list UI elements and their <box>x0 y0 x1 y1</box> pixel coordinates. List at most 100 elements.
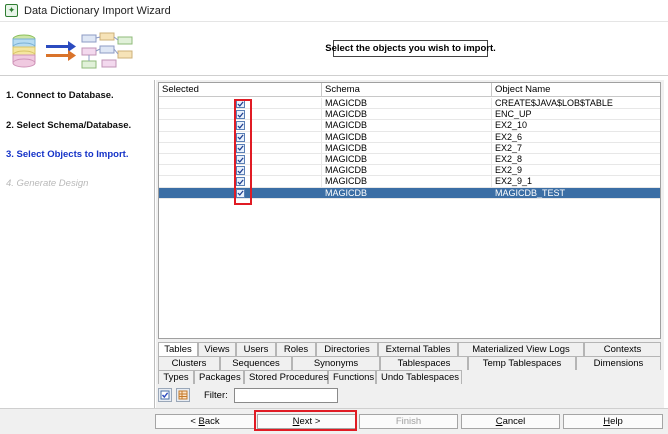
next-suffix: > <box>312 416 321 427</box>
schema-cell: MAGICDB <box>322 131 492 142</box>
select-all-icon[interactable] <box>158 388 172 402</box>
row-checkbox[interactable] <box>236 143 245 153</box>
column-header-schema[interactable]: Schema <box>322 83 492 97</box>
table-row[interactable]: MAGICDB ENC_UP <box>159 109 660 121</box>
step-select-schema[interactable]: 2. Select Schema/Database. <box>6 120 131 131</box>
table-row[interactable]: MAGICDB EX2_10 <box>159 120 660 132</box>
back-prefix: < <box>190 416 199 427</box>
tab-views[interactable]: Views <box>198 342 236 356</box>
grid-view-icon[interactable] <box>176 388 190 402</box>
table-row[interactable]: MAGICDB EX2_8 <box>159 154 660 166</box>
tab-directories[interactable]: Directories <box>316 342 378 356</box>
schema-cell: MAGICDB <box>322 98 492 109</box>
object-name-cell: EX2_9_1 <box>495 176 533 187</box>
tab-contexts[interactable]: Contexts <box>584 342 661 356</box>
wizard-header: Select the objects you wish to import. <box>0 22 668 76</box>
table-row[interactable]: MAGICDB EX2_9_1 <box>159 176 660 188</box>
filter-input[interactable] <box>233 387 338 403</box>
row-checkbox[interactable] <box>236 132 245 142</box>
tab-external-tables[interactable]: External Tables <box>378 342 458 356</box>
instruction-text: Select the objects you wish to import. <box>325 40 496 57</box>
wizard-steps-panel: 1. Connect to Database. 2. Select Schema… <box>0 80 155 408</box>
schema-cell: MAGICDB <box>322 109 492 120</box>
back-rest: ack <box>204 416 220 427</box>
object-name-cell: EX2_7 <box>495 142 523 153</box>
tab-row-3: Types Packages Stored Procedures Functions U… <box>158 370 462 384</box>
filter-label: Filter: <box>204 389 228 401</box>
object-name-cell: ENC_UP <box>495 109 532 120</box>
import-illustration-icon <box>12 32 133 69</box>
window-title: Data Dictionary Import Wizard <box>24 4 171 17</box>
row-checkbox[interactable] <box>236 188 245 198</box>
object-name-cell: EX2_8 <box>495 154 523 164</box>
schema-cell: MAGICDB <box>322 154 492 165</box>
table-row[interactable]: MAGICDB EX2_6 <box>159 131 660 143</box>
selected-cell <box>159 176 322 187</box>
schema-cell: MAGICDB <box>322 165 492 176</box>
row-checkbox[interactable] <box>236 177 245 187</box>
tab-types[interactable]: Types <box>158 370 194 384</box>
selected-cell <box>159 98 322 109</box>
tab-clusters[interactable]: Clusters <box>158 356 220 370</box>
step-select-objects[interactable]: 3. Select Objects to Import. <box>6 149 128 160</box>
selected-cell <box>159 187 322 198</box>
table-row[interactable]: MAGICDB MAGICDB_TEST <box>159 187 660 199</box>
row-checkbox[interactable] <box>236 155 245 164</box>
table-row[interactable]: MAGICDB EX2_7 <box>159 142 660 154</box>
content-panel: Selected Schema Object Name MAGICDB CREAT… <box>156 80 664 408</box>
back-button[interactable]: < Back <box>155 414 255 429</box>
schema-cell: MAGICDB <box>322 187 492 198</box>
app-icon: ✦ <box>5 4 18 17</box>
table-row[interactable]: MAGICDB EX2_9 <box>159 165 660 177</box>
tab-temp-tablespaces[interactable]: Temp Tablespaces <box>468 356 576 370</box>
row-checkbox[interactable] <box>236 121 245 131</box>
objects-table[interactable]: Selected Schema Object Name MAGICDB CREAT… <box>158 82 661 339</box>
schema-cell: MAGICDB <box>322 120 492 131</box>
tab-tables[interactable]: Tables <box>158 342 198 356</box>
selected-cell <box>159 165 322 176</box>
tab-tablespaces[interactable]: Tablespaces <box>380 356 468 370</box>
next-button[interactable]: Next > <box>257 414 356 429</box>
button-bar: < Back Next > Finish Cancel Help <box>0 408 668 434</box>
tab-materialized-view-logs[interactable]: Materialized View Logs <box>458 342 584 356</box>
help-rest: elp <box>610 416 623 427</box>
row-checkbox[interactable] <box>236 166 245 176</box>
row-checkbox[interactable] <box>236 110 245 120</box>
column-header-selected[interactable]: Selected <box>159 83 322 97</box>
tab-dimensions[interactable]: Dimensions <box>576 356 661 370</box>
tab-undo-tablespaces[interactable]: Undo Tablespaces <box>376 370 462 384</box>
schema-cell: MAGICDB <box>322 142 492 153</box>
selected-cell <box>159 131 322 142</box>
help-button[interactable]: Help <box>563 414 663 429</box>
column-header-object-name[interactable]: Object Name <box>492 83 660 97</box>
table-header: Selected Schema Object Name <box>159 83 660 97</box>
cancel-button[interactable]: Cancel <box>461 414 560 429</box>
tab-sequences[interactable]: Sequences <box>220 356 292 370</box>
selected-cell <box>159 109 322 120</box>
cancel-mnemonic: C <box>495 416 503 427</box>
step-connect[interactable]: 1. Connect to Database. <box>6 90 114 101</box>
selected-cell <box>159 120 322 131</box>
schema-cell: MAGICDB <box>322 176 492 187</box>
filter-toolbar: Filter: <box>158 386 661 404</box>
tab-users[interactable]: Users <box>236 342 276 356</box>
selected-cell <box>159 154 322 165</box>
tab-roles[interactable]: Roles <box>276 342 316 356</box>
tab-packages[interactable]: Packages <box>194 370 244 384</box>
object-name-cell: EX2_9 <box>495 165 523 176</box>
tab-row-1: Tables Views Users Roles Directories External… <box>158 342 661 356</box>
selected-cell <box>159 142 322 153</box>
table-row[interactable]: MAGICDB CREATE$JAVA$LOB$TABLE <box>159 98 660 110</box>
tab-stored-procedures[interactable]: Stored Procedures <box>244 370 328 384</box>
tab-synonyms[interactable]: Synonyms <box>292 356 380 370</box>
tab-functions[interactable]: Functions <box>328 370 376 384</box>
next-rest: ext <box>299 416 313 427</box>
next-mnemonic: N <box>292 416 300 427</box>
object-name-cell: CREATE$JAVA$LOB$TABLE <box>495 98 613 108</box>
cancel-rest: ancel <box>502 416 526 427</box>
row-checkbox[interactable] <box>236 99 245 108</box>
finish-button[interactable]: Finish <box>359 414 458 429</box>
step-generate-design: 4. Generate Design <box>6 178 89 189</box>
tab-row-2: Clusters Sequences Synonyms Tablespaces Temp… <box>158 356 661 370</box>
title-bar: ✦ Data Dictionary Import Wizard <box>0 0 668 22</box>
